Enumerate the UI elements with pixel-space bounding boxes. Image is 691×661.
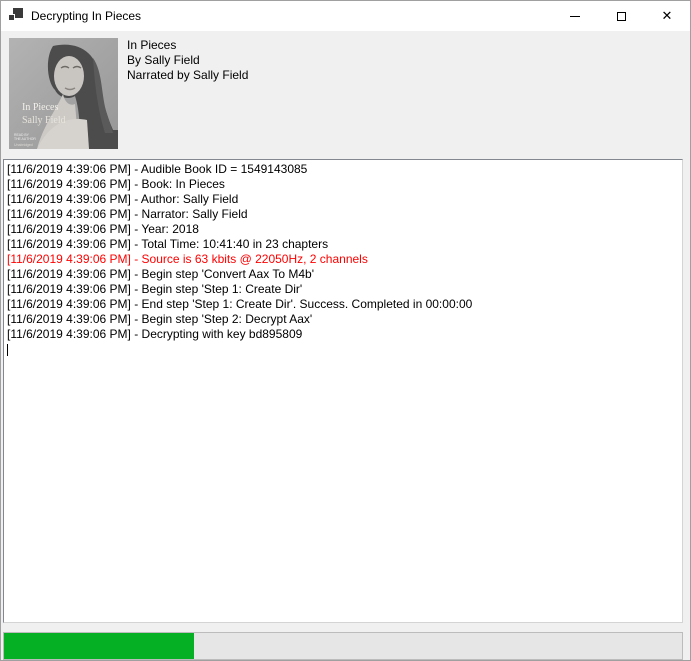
log-line: [11/6/2019 4:39:06 PM] - End step 'Step … xyxy=(7,297,679,312)
book-info-title: In Pieces xyxy=(127,38,248,53)
app-icon xyxy=(8,8,24,24)
log-line: [11/6/2019 4:39:06 PM] - Begin step 'Ste… xyxy=(7,282,679,297)
close-icon: ✕ xyxy=(662,10,673,23)
book-cover-image: In Pieces Sally Field READ BY THE AUTHOR… xyxy=(9,38,118,149)
log-line: [11/6/2019 4:39:06 PM] - Decrypting with… xyxy=(7,327,679,342)
book-info-author: By Sally Field xyxy=(127,53,248,68)
log-line: [11/6/2019 4:39:06 PM] - Book: In Pieces xyxy=(7,177,679,192)
window-title: Decrypting In Pieces xyxy=(31,9,141,23)
app-icon-square-small xyxy=(8,14,15,21)
log-line: [11/6/2019 4:39:06 PM] - Begin step 'Ste… xyxy=(7,312,679,327)
cover-badge-line3: Unabridged xyxy=(14,143,33,147)
caption-buttons: ✕ xyxy=(552,1,690,31)
progress-bar xyxy=(3,632,683,660)
cover-badge-line2: THE AUTHOR xyxy=(14,137,36,141)
log-output[interactable]: [11/6/2019 4:39:06 PM] - Audible Book ID… xyxy=(3,159,683,623)
log-line: [11/6/2019 4:39:06 PM] - Begin step 'Con… xyxy=(7,267,679,282)
log-line: [11/6/2019 4:39:06 PM] - Year: 2018 xyxy=(7,222,679,237)
log-line: [11/6/2019 4:39:06 PM] - Total Time: 10:… xyxy=(7,237,679,252)
book-info: In Pieces By Sally Field Narrated by Sal… xyxy=(127,38,248,83)
log-line: [11/6/2019 4:39:06 PM] - Audible Book ID… xyxy=(7,162,679,177)
progress-bar-fill xyxy=(4,633,194,659)
cover-author-text: Sally Field xyxy=(22,115,66,126)
text-caret xyxy=(7,344,8,356)
close-button[interactable]: ✕ xyxy=(644,1,690,31)
book-cover-art: In Pieces Sally Field READ BY THE AUTHOR… xyxy=(9,38,118,149)
app-window: Decrypting In Pieces ✕ xyxy=(0,0,691,661)
maximize-button[interactable] xyxy=(598,1,644,31)
log-line: [11/6/2019 4:39:06 PM] - Narrator: Sally… xyxy=(7,207,679,222)
title-bar[interactable]: Decrypting In Pieces ✕ xyxy=(1,1,690,31)
log-line: [11/6/2019 4:39:06 PM] - Author: Sally F… xyxy=(7,192,679,207)
minimize-button[interactable] xyxy=(552,1,598,31)
cover-title-text: In Pieces xyxy=(22,102,58,113)
maximize-icon xyxy=(617,12,626,21)
minimize-icon xyxy=(570,16,580,17)
log-line: [11/6/2019 4:39:06 PM] - Source is 63 kb… xyxy=(7,252,679,267)
book-info-narrator: Narrated by Sally Field xyxy=(127,68,248,83)
